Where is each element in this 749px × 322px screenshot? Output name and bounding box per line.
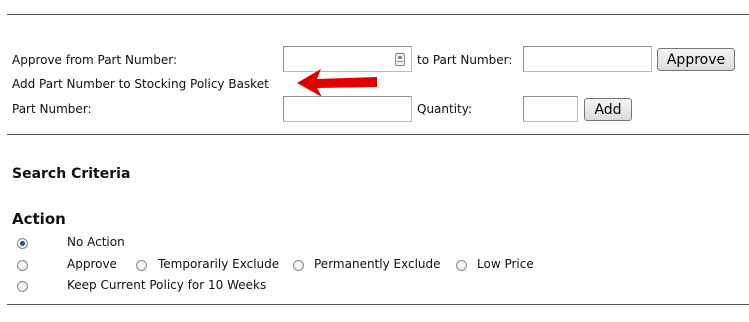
quantity-label: Quantity: bbox=[417, 102, 473, 116]
approve-to-label: to Part Number: bbox=[417, 53, 513, 67]
approve-button[interactable]: Approve bbox=[657, 48, 735, 71]
radio-label-permanently-exclude: Permanently Exclude bbox=[314, 257, 441, 271]
stocking-basket-label: Add Part Number to Stocking Policy Baske… bbox=[12, 77, 269, 91]
radio-label-keep-current-policy: Keep Current Policy for 10 Weeks bbox=[67, 278, 267, 292]
action-heading: Action bbox=[12, 210, 66, 228]
radio-permanently-exclude[interactable] bbox=[293, 260, 304, 271]
add-button[interactable]: Add bbox=[584, 98, 632, 121]
middle-divider bbox=[7, 134, 749, 135]
radio-approve[interactable] bbox=[17, 260, 28, 271]
radio-label-no-action: No Action bbox=[67, 235, 125, 249]
red-arrow-annotation-icon bbox=[297, 69, 377, 97]
radio-keep-current-policy[interactable] bbox=[17, 281, 28, 292]
radio-temporarily-exclude[interactable] bbox=[136, 260, 147, 271]
approve-to-part-input[interactable] bbox=[523, 46, 652, 72]
part-number-input[interactable] bbox=[283, 96, 412, 122]
bottom-divider bbox=[7, 304, 749, 305]
top-divider bbox=[7, 14, 749, 15]
radio-label-temporarily-exclude: Temporarily Exclude bbox=[158, 257, 280, 271]
approve-from-label: Approve from Part Number: bbox=[12, 53, 178, 67]
search-criteria-heading: Search Criteria bbox=[12, 166, 131, 182]
radio-label-low-price: Low Price bbox=[477, 257, 534, 271]
contact-card-icon[interactable] bbox=[395, 53, 405, 66]
radio-label-approve: Approve bbox=[67, 257, 117, 271]
radio-low-price[interactable] bbox=[456, 260, 467, 271]
part-number-label: Part Number: bbox=[12, 102, 92, 116]
quantity-input[interactable] bbox=[523, 96, 578, 122]
radio-no-action[interactable] bbox=[17, 238, 28, 249]
